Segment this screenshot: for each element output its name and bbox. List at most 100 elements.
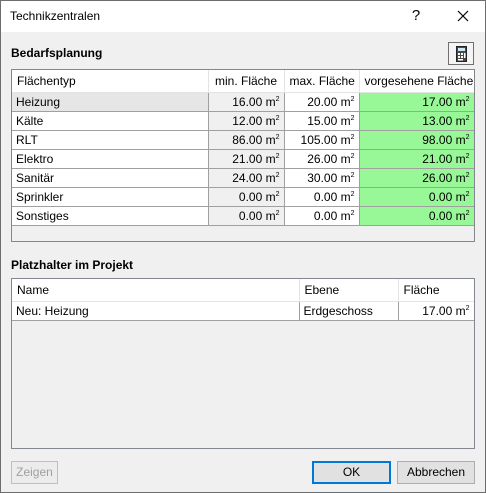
unit-label: m xyxy=(265,209,276,223)
col-min-flaeche[interactable]: min. Fläche xyxy=(208,70,285,93)
flaechentyp-cell[interactable]: Kälte xyxy=(12,111,209,131)
dialog-window: Technikzentralen ? Bedarfsplanung Fläche… xyxy=(0,0,486,493)
platzhalter-grid[interactable]: Name Ebene Fläche Neu: Heizung Erdgeschos… xyxy=(11,278,475,449)
area-value: 86.00 xyxy=(232,133,263,147)
bedarf-row[interactable]: Sanitär 24.00 m2 30.00 m2 26.00 m2 xyxy=(12,168,474,188)
unit-label: m xyxy=(455,171,466,185)
unit-label: m xyxy=(265,114,276,128)
vorgesehene-flaeche-cell[interactable]: 0.00 m2 xyxy=(359,187,474,207)
flaechentyp-cell[interactable]: Sprinkler xyxy=(12,187,209,207)
bedarf-row[interactable]: Kälte 12.00 m2 15.00 m2 13.00 m2 xyxy=(12,111,474,131)
min-flaeche-cell[interactable]: 0.00 m2 xyxy=(208,206,285,226)
unit-label: m xyxy=(455,209,466,223)
calculator-button[interactable] xyxy=(448,42,474,65)
bedarfsplanung-grid[interactable]: Flächentyp min. Fläche max. Fläche vorge… xyxy=(11,69,475,242)
unit-label: m xyxy=(455,95,466,109)
bedarfsplanung-title: Bedarfsplanung xyxy=(11,46,103,60)
unit-exponent: 2 xyxy=(350,115,355,122)
max-flaeche-cell[interactable]: 30.00 m2 xyxy=(284,168,360,188)
unit-label: m xyxy=(265,95,276,109)
window-title: Technikzentralen xyxy=(10,9,101,23)
bedarf-row[interactable]: Sonstiges 0.00 m2 0.00 m2 0.00 m2 xyxy=(12,206,474,226)
max-flaeche-cell[interactable]: 15.00 m2 xyxy=(284,111,360,131)
unit-exponent: 2 xyxy=(350,96,355,103)
unit-exponent: 2 xyxy=(275,134,280,141)
vorgesehene-flaeche-cell[interactable]: 17.00 m2 xyxy=(359,92,474,112)
area-value: 0.00 xyxy=(238,190,263,204)
flaechentyp-cell[interactable]: Elektro xyxy=(12,149,209,169)
area-value: 21.00 xyxy=(422,152,453,166)
unit-exponent: 2 xyxy=(350,172,355,179)
unit-exponent: 2 xyxy=(275,210,280,217)
min-flaeche-cell[interactable]: 21.00 m2 xyxy=(208,149,285,169)
unit-exponent: 2 xyxy=(350,134,355,141)
col-max-flaeche[interactable]: max. Fläche xyxy=(284,70,360,93)
col-ebene[interactable]: Ebene xyxy=(299,279,399,302)
unit-exponent: 2 xyxy=(350,210,355,217)
abbrechen-button[interactable]: Abbrechen xyxy=(397,461,475,484)
area-value: 17.00 xyxy=(422,304,453,318)
help-button[interactable]: ? xyxy=(401,3,431,29)
unit-exponent: 2 xyxy=(275,115,280,122)
vorgesehene-flaeche-cell[interactable]: 21.00 m2 xyxy=(359,149,474,169)
unit-exponent: 2 xyxy=(275,191,280,198)
flaechentyp-cell[interactable]: RLT xyxy=(12,130,209,150)
unit-label: m xyxy=(340,171,351,185)
unit-exponent: 2 xyxy=(465,134,470,141)
max-flaeche-cell[interactable]: 20.00 m2 xyxy=(284,92,360,112)
unit-exponent: 2 xyxy=(350,153,355,160)
bedarf-row[interactable]: RLT 86.00 m2 105.00 m2 98.00 m2 xyxy=(12,130,474,150)
ok-button[interactable]: OK xyxy=(312,461,391,484)
unit-exponent: 2 xyxy=(465,191,470,198)
area-value: 16.00 xyxy=(232,95,263,109)
min-flaeche-cell[interactable]: 24.00 m2 xyxy=(208,168,285,188)
area-value: 0.00 xyxy=(313,190,338,204)
vorgesehene-flaeche-cell[interactable]: 0.00 m2 xyxy=(359,206,474,226)
col-name[interactable]: Name xyxy=(12,279,300,302)
vorgesehene-flaeche-cell[interactable]: 13.00 m2 xyxy=(359,111,474,131)
min-flaeche-cell[interactable]: 16.00 m2 xyxy=(208,92,285,112)
min-flaeche-cell[interactable]: 12.00 m2 xyxy=(208,111,285,131)
max-flaeche-cell[interactable]: 0.00 m2 xyxy=(284,206,360,226)
col-flaechentyp[interactable]: Flächentyp xyxy=(12,70,209,93)
vorgesehene-flaeche-cell[interactable]: 26.00 m2 xyxy=(359,168,474,188)
flaechentyp-cell[interactable]: Sonstiges xyxy=(12,206,209,226)
name-cell[interactable]: Neu: Heizung xyxy=(12,301,300,321)
zeigen-button[interactable]: Zeigen xyxy=(11,461,58,484)
flaeche-cell[interactable]: 17.00 m2 xyxy=(398,301,474,321)
unit-label: m xyxy=(455,114,466,128)
platzhalter-header-row: Name Ebene Fläche xyxy=(12,279,474,302)
calculator-icon xyxy=(456,46,467,62)
flaechentyp-cell[interactable]: Sanitär xyxy=(12,168,209,188)
unit-exponent: 2 xyxy=(275,172,280,179)
area-value: 0.00 xyxy=(428,190,453,204)
unit-exponent: 2 xyxy=(275,96,280,103)
col-vorgesehene-flaeche[interactable]: vorgesehene Fläche xyxy=(359,70,474,93)
unit-label: m xyxy=(265,190,276,204)
max-flaeche-cell[interactable]: 105.00 m2 xyxy=(284,130,360,150)
max-flaeche-cell[interactable]: 0.00 m2 xyxy=(284,187,360,207)
unit-label: m xyxy=(455,133,466,147)
unit-label: m xyxy=(340,190,351,204)
min-flaeche-cell[interactable]: 86.00 m2 xyxy=(208,130,285,150)
max-flaeche-cell[interactable]: 26.00 m2 xyxy=(284,149,360,169)
unit-label: m xyxy=(265,133,276,147)
ebene-cell[interactable]: Erdgeschoss xyxy=(299,301,399,321)
unit-label: m xyxy=(340,152,351,166)
unit-label: m xyxy=(340,114,351,128)
bedarfsplanung-table: Flächentyp min. Fläche max. Fläche vorge… xyxy=(12,70,474,226)
vorgesehene-flaeche-cell[interactable]: 98.00 m2 xyxy=(359,130,474,150)
col-flaeche[interactable]: Fläche xyxy=(398,279,474,302)
platzhalter-row[interactable]: Neu: Heizung Erdgeschoss 17.00 m2 xyxy=(12,301,474,321)
min-flaeche-cell[interactable]: 0.00 m2 xyxy=(208,187,285,207)
flaechentyp-cell[interactable]: Heizung xyxy=(12,92,209,112)
close-button[interactable] xyxy=(445,3,481,29)
bedarf-row[interactable]: Sprinkler 0.00 m2 0.00 m2 0.00 m2 xyxy=(12,187,474,207)
bedarf-row[interactable]: Elektro 21.00 m2 26.00 m2 21.00 m2 xyxy=(12,149,474,169)
area-value: 0.00 xyxy=(313,209,338,223)
area-value: 13.00 xyxy=(422,114,453,128)
unit-label: m xyxy=(455,304,466,318)
unit-label: m xyxy=(340,95,351,109)
bedarf-row[interactable]: Heizung 16.00 m2 20.00 m2 17.00 m2 xyxy=(12,92,474,112)
unit-label: m xyxy=(455,190,466,204)
